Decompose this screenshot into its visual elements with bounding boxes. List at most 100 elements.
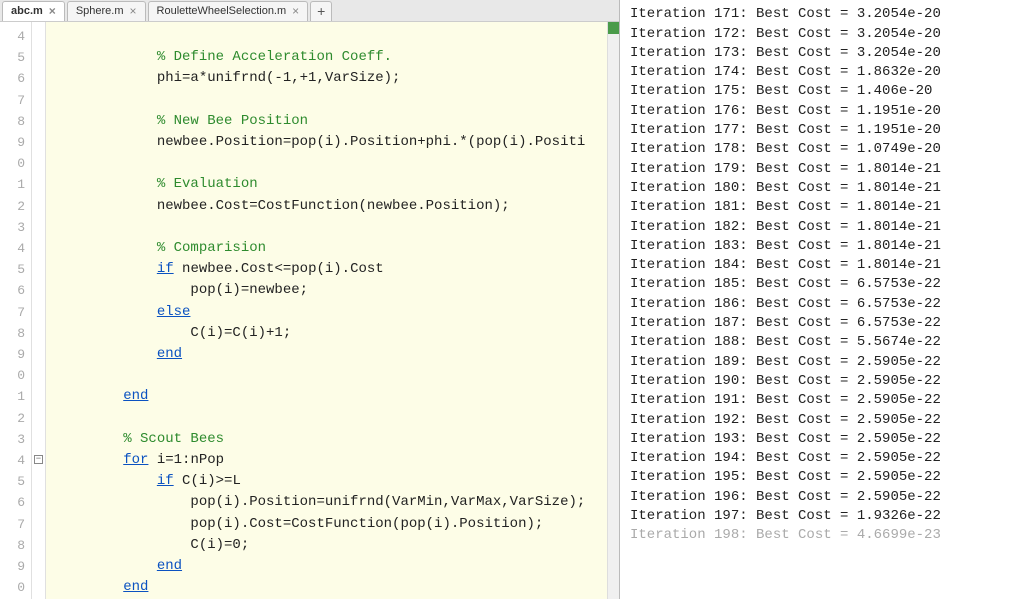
console-line: Iteration 189: Best Cost = 2.5905e-22: [630, 353, 1018, 372]
code-line: [56, 217, 619, 238]
line-number: 9: [0, 344, 25, 365]
console-line: Iteration 186: Best Cost = 6.5753e-22: [630, 295, 1018, 314]
close-icon[interactable]: ×: [49, 4, 56, 18]
fold-column: −: [32, 22, 46, 599]
console-line: Iteration 176: Best Cost = 1.1951e-20: [630, 102, 1018, 121]
console-line: Iteration 190: Best Cost = 2.5905e-22: [630, 372, 1018, 391]
line-number: 9: [0, 556, 25, 577]
line-number: 0: [0, 365, 25, 386]
line-number: 9: [0, 132, 25, 153]
console-line: Iteration 175: Best Cost = 1.406e-20: [630, 82, 1018, 101]
line-number: 5: [0, 259, 25, 280]
line-number: 8: [0, 535, 25, 556]
console-line: Iteration 183: Best Cost = 1.8014e-21: [630, 237, 1018, 256]
code-line: [56, 365, 619, 386]
console-line: Iteration 185: Best Cost = 6.5753e-22: [630, 275, 1018, 294]
code-line: [56, 153, 619, 174]
code-line: pop(i).Cost=CostFunction(pop(i).Position…: [56, 514, 619, 535]
console-pane[interactable]: Iteration 170: Best Cost = 4.9505e-20Ite…: [620, 0, 1024, 599]
line-number: 2: [0, 196, 25, 217]
app-root: abc.m × Sphere.m × RouletteWheelSelection.m ×…: [0, 0, 1024, 599]
fold-toggle-icon[interactable]: −: [34, 455, 43, 464]
console-line: Iteration 180: Best Cost = 1.8014e-21: [630, 179, 1018, 198]
code-line: phi=a*unifrnd(-1,+1,VarSize);: [56, 68, 619, 89]
code-line: pop(i)=newbee;: [56, 280, 619, 301]
line-number: 6: [0, 68, 25, 89]
code-line: if newbee.Cost<=pop(i).Cost: [56, 259, 619, 280]
line-number: 5: [0, 471, 25, 492]
editor-tab-bar: abc.m × Sphere.m × RouletteWheelSelection.m ×…: [0, 0, 619, 22]
code-line: end: [56, 344, 619, 365]
console-line: Iteration 172: Best Cost = 3.2054e-20: [630, 25, 1018, 44]
code-line: % Define Acceleration Coeff.: [56, 47, 619, 68]
code-status-strip: [607, 22, 619, 599]
code-line: newbee.Position=pop(i).Position+phi.*(po…: [56, 132, 619, 153]
editor-tab[interactable]: RouletteWheelSelection.m ×: [148, 1, 309, 21]
line-number: 1: [0, 174, 25, 195]
line-number: 7: [0, 90, 25, 111]
code-line: end: [56, 577, 619, 598]
console-line: Iteration 198: Best Cost = 4.6699e-23: [630, 526, 1018, 545]
new-tab-button[interactable]: +: [310, 1, 332, 21]
code-line: % Comparision: [56, 238, 619, 259]
code-line: % Scout Bees: [56, 429, 619, 450]
console-line: Iteration 178: Best Cost = 1.0749e-20: [630, 140, 1018, 159]
code-status-ok-icon: [608, 22, 619, 34]
console-line: Iteration 195: Best Cost = 2.5905e-22: [630, 468, 1018, 487]
code-line: if C(i)>=L: [56, 471, 619, 492]
code-line: [56, 26, 619, 47]
line-number: 3: [0, 429, 25, 450]
tab-label: Sphere.m: [76, 5, 124, 17]
console-line: Iteration 188: Best Cost = 5.5674e-22: [630, 333, 1018, 352]
code-line: pop(i).Position=unifrnd(VarMin,VarMax,Va…: [56, 492, 619, 513]
code-line: [56, 90, 619, 111]
line-number: 6: [0, 280, 25, 301]
line-number: 0: [0, 153, 25, 174]
code-line: else: [56, 302, 619, 323]
console-line: Iteration 191: Best Cost = 2.5905e-22: [630, 391, 1018, 410]
console-line: Iteration 187: Best Cost = 6.5753e-22: [630, 314, 1018, 333]
line-number: 2: [0, 408, 25, 429]
code-line: for i=1:nPop: [56, 450, 619, 471]
line-number: 4: [0, 26, 25, 47]
line-number: 1: [0, 386, 25, 407]
console-line: Iteration 184: Best Cost = 1.8014e-21: [630, 256, 1018, 275]
close-icon[interactable]: ×: [292, 4, 299, 18]
close-icon[interactable]: ×: [130, 4, 137, 18]
console-line: Iteration 181: Best Cost = 1.8014e-21: [630, 198, 1018, 217]
console-line: Iteration 171: Best Cost = 3.2054e-20: [630, 5, 1018, 24]
tab-label: RouletteWheelSelection.m: [157, 5, 287, 17]
console-line: Iteration 179: Best Cost = 1.8014e-21: [630, 160, 1018, 179]
console-line: Iteration 192: Best Cost = 2.5905e-22: [630, 411, 1018, 430]
line-number: 7: [0, 514, 25, 535]
console-line: Iteration 182: Best Cost = 1.8014e-21: [630, 218, 1018, 237]
console-line: Iteration 193: Best Cost = 2.5905e-22: [630, 430, 1018, 449]
line-number: 3: [0, 217, 25, 238]
code-line: [56, 408, 619, 429]
line-number: 6: [0, 492, 25, 513]
line-number: 4: [0, 450, 25, 471]
editor-tab[interactable]: Sphere.m ×: [67, 1, 146, 21]
code-line: % Evaluation: [56, 174, 619, 195]
console-line: Iteration 194: Best Cost = 2.5905e-22: [630, 449, 1018, 468]
editor-wrap: 4567890123456789012345678901 − % Define …: [0, 22, 619, 599]
console-line: Iteration 196: Best Cost = 2.5905e-22: [630, 488, 1018, 507]
console-line: Iteration 197: Best Cost = 1.9326e-22: [630, 507, 1018, 526]
code-line: % New Bee Position: [56, 111, 619, 132]
line-number: 5: [0, 47, 25, 68]
code-area[interactable]: % Define Acceleration Coeff. phi=a*unifr…: [46, 22, 619, 599]
line-number: 0: [0, 577, 25, 598]
code-line: C(i)=0;: [56, 535, 619, 556]
code-line: end: [56, 386, 619, 407]
console-line: Iteration 177: Best Cost = 1.1951e-20: [630, 121, 1018, 140]
editor-tab[interactable]: abc.m ×: [2, 1, 65, 21]
tab-label: abc.m: [11, 5, 43, 17]
code-line: C(i)=C(i)+1;: [56, 323, 619, 344]
line-number: 8: [0, 111, 25, 132]
console-line: Iteration 173: Best Cost = 3.2054e-20: [630, 44, 1018, 63]
console-line: Iteration 174: Best Cost = 1.8632e-20: [630, 63, 1018, 82]
line-number: 8: [0, 323, 25, 344]
editor-pane: abc.m × Sphere.m × RouletteWheelSelection.m ×…: [0, 0, 620, 599]
line-number: 4: [0, 238, 25, 259]
code-line: end: [56, 556, 619, 577]
